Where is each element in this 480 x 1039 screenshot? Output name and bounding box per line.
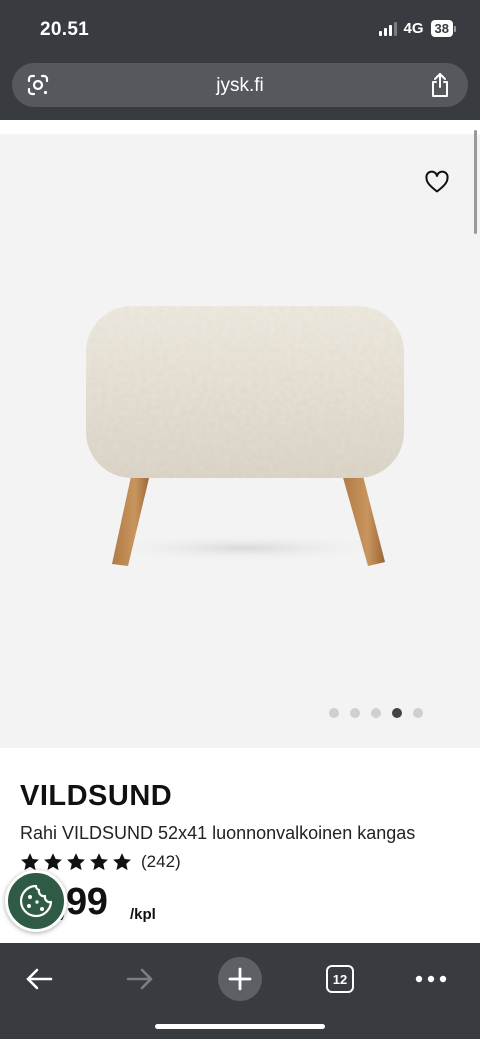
gallery-dot[interactable]: [329, 708, 339, 718]
network-type: 4G: [403, 20, 424, 37]
product-brand: VILDSUND: [20, 780, 173, 812]
price-unit: /kpl: [130, 906, 156, 923]
rating-count[interactable]: (242): [141, 852, 181, 872]
page-header-strip: [0, 120, 480, 134]
star-icon: [113, 853, 131, 871]
star-icon: [21, 853, 39, 871]
status-indicators: 4G 38: [378, 20, 456, 37]
more-icon: [415, 975, 447, 983]
gallery-dot[interactable]: [371, 708, 381, 718]
product-rating[interactable]: (242): [20, 852, 181, 872]
battery-icon: 38: [430, 20, 456, 37]
back-arrow-icon: [26, 968, 53, 990]
product-gallery[interactable]: [0, 134, 480, 748]
back-button[interactable]: [12, 953, 66, 1005]
product-image-footstool: [86, 306, 404, 566]
gallery-dot-active[interactable]: [392, 708, 402, 718]
status-time: 20.51: [40, 19, 90, 40]
url-text[interactable]: jysk.fi: [12, 75, 468, 97]
address-bar[interactable]: jysk.fi: [12, 63, 468, 107]
forward-button[interactable]: [113, 953, 167, 1005]
plus-icon: [228, 967, 252, 991]
gallery-dot[interactable]: [350, 708, 360, 718]
signal-icon: [378, 21, 397, 36]
product-description: Rahi VILDSUND 52x41 luonnonvalkoinen kan…: [20, 823, 416, 843]
heart-icon[interactable]: [424, 170, 450, 194]
gallery-dot[interactable]: [413, 708, 423, 718]
star-icon: [44, 853, 62, 871]
cookie-icon: [19, 884, 53, 918]
battery-level: 38: [430, 20, 453, 37]
browser-top-chrome: 20.51 4G 38 jysk.fi: [0, 0, 480, 120]
new-tab-button[interactable]: [213, 953, 267, 1005]
product-info: VILDSUND Rahi VILDSUND 52x41 luonnonvalk…: [0, 748, 480, 943]
tabs-button[interactable]: 12: [313, 953, 367, 1005]
cookie-settings-button[interactable]: [5, 870, 67, 932]
browser-bottom-toolbar: 12: [0, 943, 480, 1039]
home-indicator[interactable]: [155, 1024, 325, 1029]
forward-arrow-icon: [126, 968, 153, 990]
share-icon[interactable]: [428, 72, 452, 98]
page-scrollbar[interactable]: [474, 130, 477, 234]
star-icon: [67, 853, 85, 871]
tabs-icon: 12: [326, 965, 354, 993]
gallery-pagination[interactable]: [329, 708, 423, 718]
menu-button[interactable]: [404, 953, 458, 1005]
star-icon: [90, 853, 108, 871]
